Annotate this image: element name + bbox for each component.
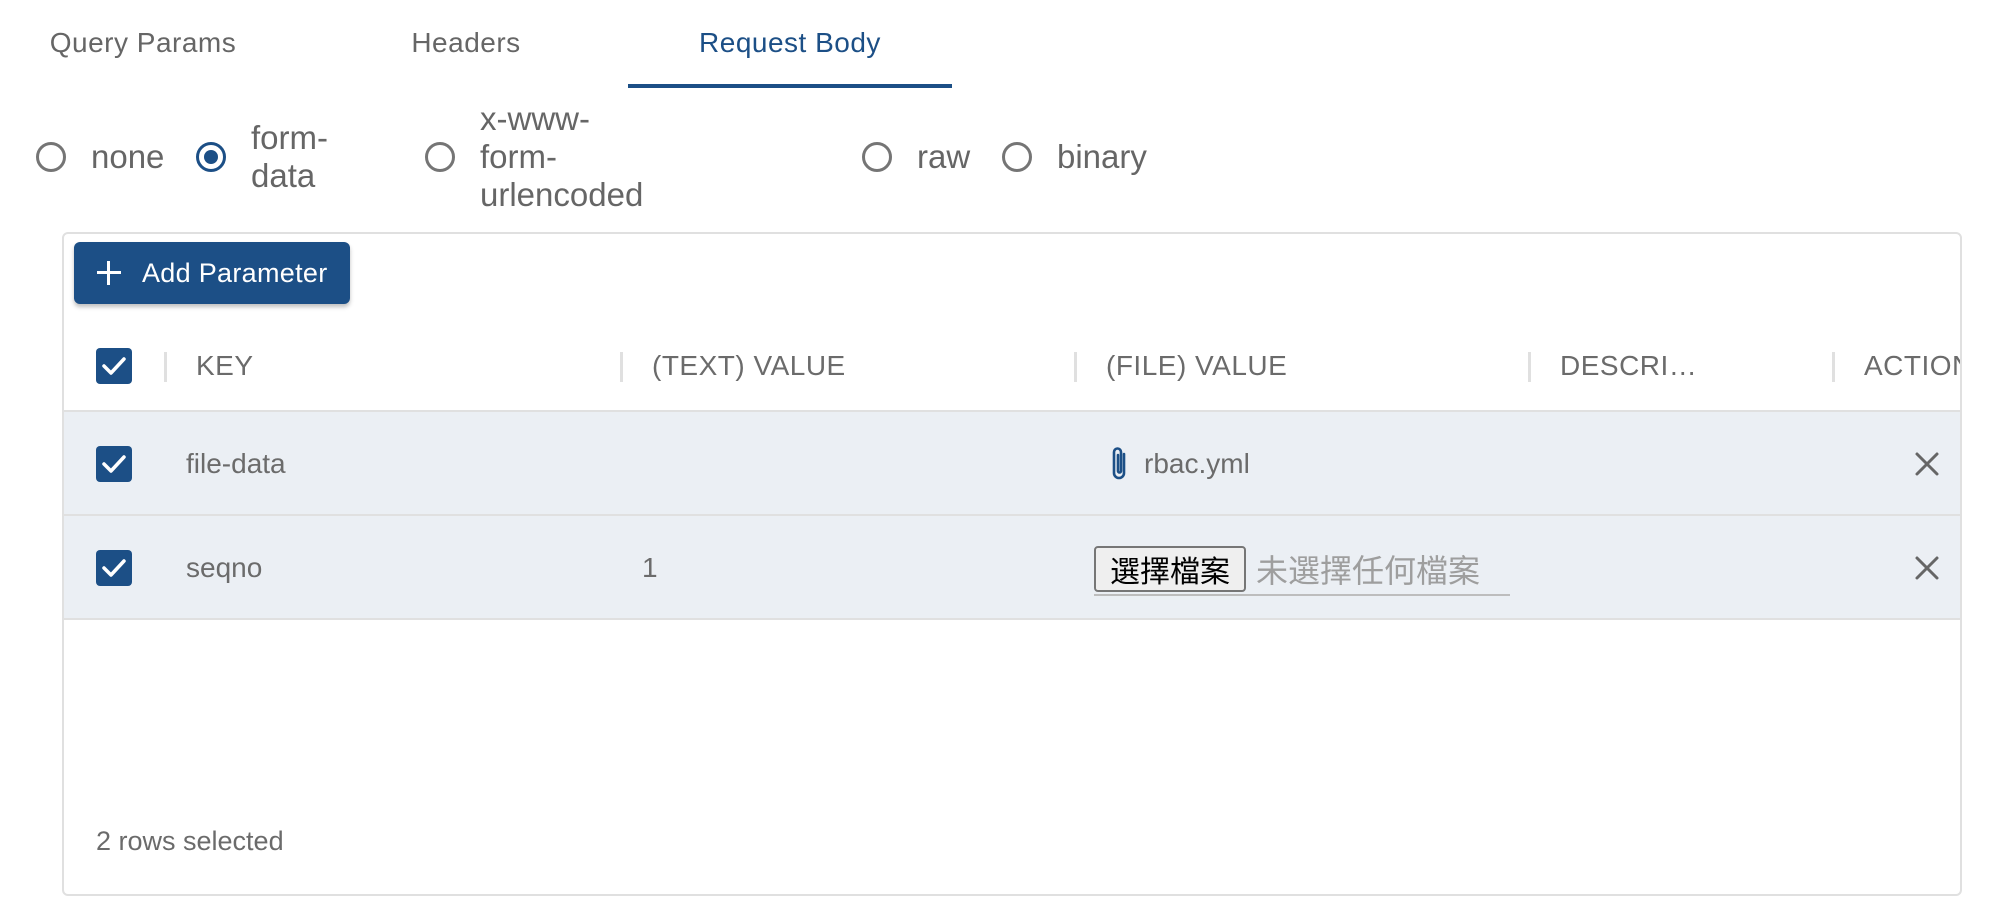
key-cell[interactable]: file-data xyxy=(186,412,286,516)
radio-urlencoded-circle[interactable] xyxy=(425,142,455,172)
radio-raw-circle[interactable] xyxy=(862,142,892,172)
checkmark-icon xyxy=(102,357,126,375)
select-all-checkbox[interactable] xyxy=(96,348,132,384)
tab-query-params[interactable]: Query Params xyxy=(20,0,266,86)
radio-binary-circle[interactable] xyxy=(1002,142,1032,172)
radio-binary[interactable]: binary xyxy=(1002,130,1147,184)
column-header-file-value[interactable]: (FILE) VALUE xyxy=(1106,322,1287,410)
column-header-text-value[interactable]: (TEXT) VALUE xyxy=(652,322,846,410)
radio-urlencoded[interactable]: x-www-form-urlencoded xyxy=(425,100,643,213)
column-separator[interactable] xyxy=(620,352,623,382)
tab-headers[interactable]: Headers xyxy=(340,0,592,86)
radio-none-circle[interactable] xyxy=(36,142,66,172)
row-checkbox[interactable] xyxy=(96,446,132,482)
file-value-cell[interactable]: rbac.yml xyxy=(1144,412,1250,516)
tab-request-body[interactable]: Request Body xyxy=(628,0,952,86)
no-file-chosen-text: 未選擇任何檔案 xyxy=(1256,552,1481,590)
delete-row-icon[interactable] xyxy=(1909,550,1945,586)
checkmark-icon xyxy=(102,559,126,577)
column-separator[interactable] xyxy=(1074,352,1077,382)
selected-rows-count: 2 rows selected xyxy=(96,826,284,856)
radio-form-data-label: form-data xyxy=(251,119,328,194)
delete-row-icon[interactable] xyxy=(1909,446,1945,482)
paperclip-icon xyxy=(1112,447,1126,480)
checkmark-icon xyxy=(102,455,126,473)
radio-binary-label: binary xyxy=(1057,138,1147,175)
plus-icon xyxy=(94,258,124,288)
radio-form-data-circle[interactable] xyxy=(196,142,226,172)
column-header-key[interactable]: KEY xyxy=(196,322,254,410)
key-cell[interactable]: seqno xyxy=(186,516,262,620)
parameters-grid: Add Parameter KEY (TEXT) VALUE (FILE) VA… xyxy=(62,232,1962,896)
text-value-cell[interactable]: 1 xyxy=(642,516,658,620)
column-separator[interactable] xyxy=(164,352,167,382)
file-input[interactable]: 選擇檔案 未選擇任何檔案 xyxy=(1094,544,1510,596)
column-header-action[interactable]: ACTION xyxy=(1864,322,1960,410)
column-separator[interactable] xyxy=(1832,352,1835,382)
row-checkbox[interactable] xyxy=(96,550,132,586)
column-separator[interactable] xyxy=(1528,352,1531,382)
active-tab-indicator xyxy=(628,84,952,88)
add-parameter-label: Add Parameter xyxy=(142,257,328,288)
request-tabs: Query Params Headers Request Body xyxy=(0,0,1000,88)
column-header-description[interactable]: DESCRI… xyxy=(1560,322,1697,410)
radio-raw-label: raw xyxy=(917,138,971,175)
radio-raw[interactable]: raw xyxy=(862,130,970,184)
table-row[interactable]: file-data rbac.yml xyxy=(64,412,1960,516)
radio-form-data[interactable]: form-data xyxy=(196,119,328,194)
choose-file-button[interactable]: 選擇檔案 xyxy=(1094,546,1246,592)
add-parameter-button[interactable]: Add Parameter xyxy=(74,242,350,304)
table-row[interactable]: seqno 1 選擇檔案 未選擇任何檔案 xyxy=(64,516,1960,620)
grid-header-row: KEY (TEXT) VALUE (FILE) VALUE DESCRI… AC… xyxy=(64,322,1960,412)
radio-none-label: none xyxy=(91,138,165,175)
radio-urlencoded-label: x-www-form-urlencoded xyxy=(480,100,644,213)
radio-none[interactable]: none xyxy=(36,130,164,184)
